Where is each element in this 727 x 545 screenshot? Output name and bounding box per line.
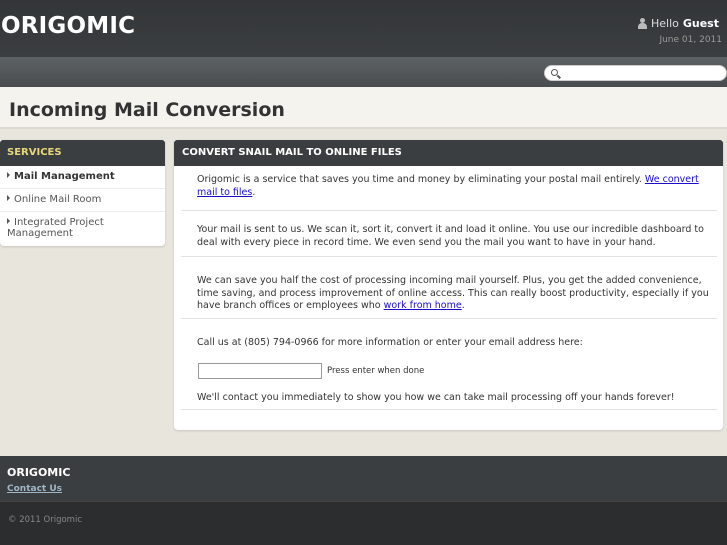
- divider: [181, 256, 717, 257]
- contact-us-link[interactable]: Contact Us: [7, 484, 62, 494]
- main-heading: CONVERT SNAIL MAIL TO ONLINE FILES: [174, 140, 723, 166]
- user-icon: [637, 18, 647, 29]
- email-field[interactable]: [198, 363, 322, 379]
- intro-paragraph: Origomic is a service that saves you tim…: [197, 174, 717, 199]
- copyright: © 2011 Origomic: [8, 515, 82, 525]
- sidebar-item-label: Integrated Project Management: [7, 217, 104, 239]
- site-header: ORIGOMIC Hello Guest June 01, 2011: [0, 0, 727, 57]
- work-from-home-link[interactable]: work from home: [384, 300, 462, 311]
- search-icon[interactable]: [551, 69, 558, 76]
- savings-end: .: [461, 300, 465, 311]
- sidebar: SERVICES Mail Management Online Mail Roo…: [0, 140, 165, 246]
- contact-paragraph: We'll contact you immediately to show yo…: [197, 392, 675, 403]
- sidebar-item-label: Online Mail Room: [14, 194, 102, 205]
- page-title: Incoming Mail Conversion: [9, 99, 285, 121]
- sidebar-item-label: Mail Management: [14, 171, 115, 182]
- arrow-right-icon: [7, 218, 10, 224]
- search-input[interactable]: [563, 67, 723, 79]
- intro-end: .: [252, 186, 256, 198]
- arrow-right-icon: [7, 195, 10, 201]
- intro-text: Origomic is a service that saves you tim…: [197, 174, 645, 185]
- search-box: [544, 65, 727, 81]
- email-hint: Press enter when done: [327, 366, 425, 376]
- current-date: June 01, 2011: [659, 35, 722, 45]
- savings-paragraph: We can save you half the cost of process…: [197, 275, 717, 313]
- footer-brand: ORIGOMIC: [7, 466, 71, 479]
- main-panel: CONVERT SNAIL MAIL TO ONLINE FILES Origo…: [174, 140, 723, 430]
- sidebar-item-mail-management[interactable]: Mail Management: [0, 166, 165, 189]
- bottom-bar: © 2011 Origomic: [0, 501, 727, 545]
- title-bar: Incoming Mail Conversion: [0, 87, 727, 129]
- arrow-right-icon: [7, 172, 10, 178]
- process-paragraph: Your mail is sent to us. We scan it, sor…: [197, 224, 704, 248]
- site-footer: ORIGOMIC Contact Us: [0, 456, 727, 501]
- divider: [181, 318, 717, 319]
- sidebar-item-online-mail-room[interactable]: Online Mail Room: [0, 189, 165, 212]
- call-paragraph: Call us at (805) 794-0966 for more infor…: [197, 337, 583, 348]
- username: Guest: [682, 17, 719, 30]
- nav-bar: [0, 57, 727, 87]
- site-logo[interactable]: ORIGOMIC: [1, 13, 135, 39]
- user-greeting: Hello Guest: [637, 17, 719, 30]
- sidebar-heading: SERVICES: [0, 140, 165, 166]
- divider: [181, 210, 717, 211]
- greeting-text: Hello: [650, 17, 679, 30]
- divider: [181, 409, 717, 410]
- sidebar-item-integrated-project-management[interactable]: Integrated Project Management: [0, 212, 165, 239]
